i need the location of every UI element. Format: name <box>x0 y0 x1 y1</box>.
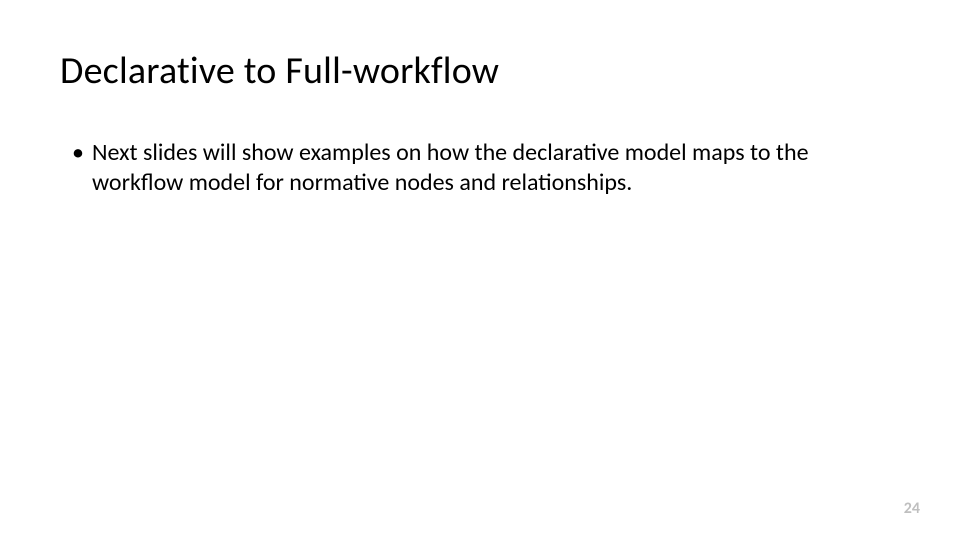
bullet-item: Next slides will show examples on how th… <box>72 138 892 198</box>
slide-container: Declarative to Full-workflow Next slides… <box>0 0 960 540</box>
bullet-list: Next slides will show examples on how th… <box>60 138 900 198</box>
page-number: 24 <box>904 499 920 518</box>
slide-title: Declarative to Full-workflow <box>60 48 900 94</box>
